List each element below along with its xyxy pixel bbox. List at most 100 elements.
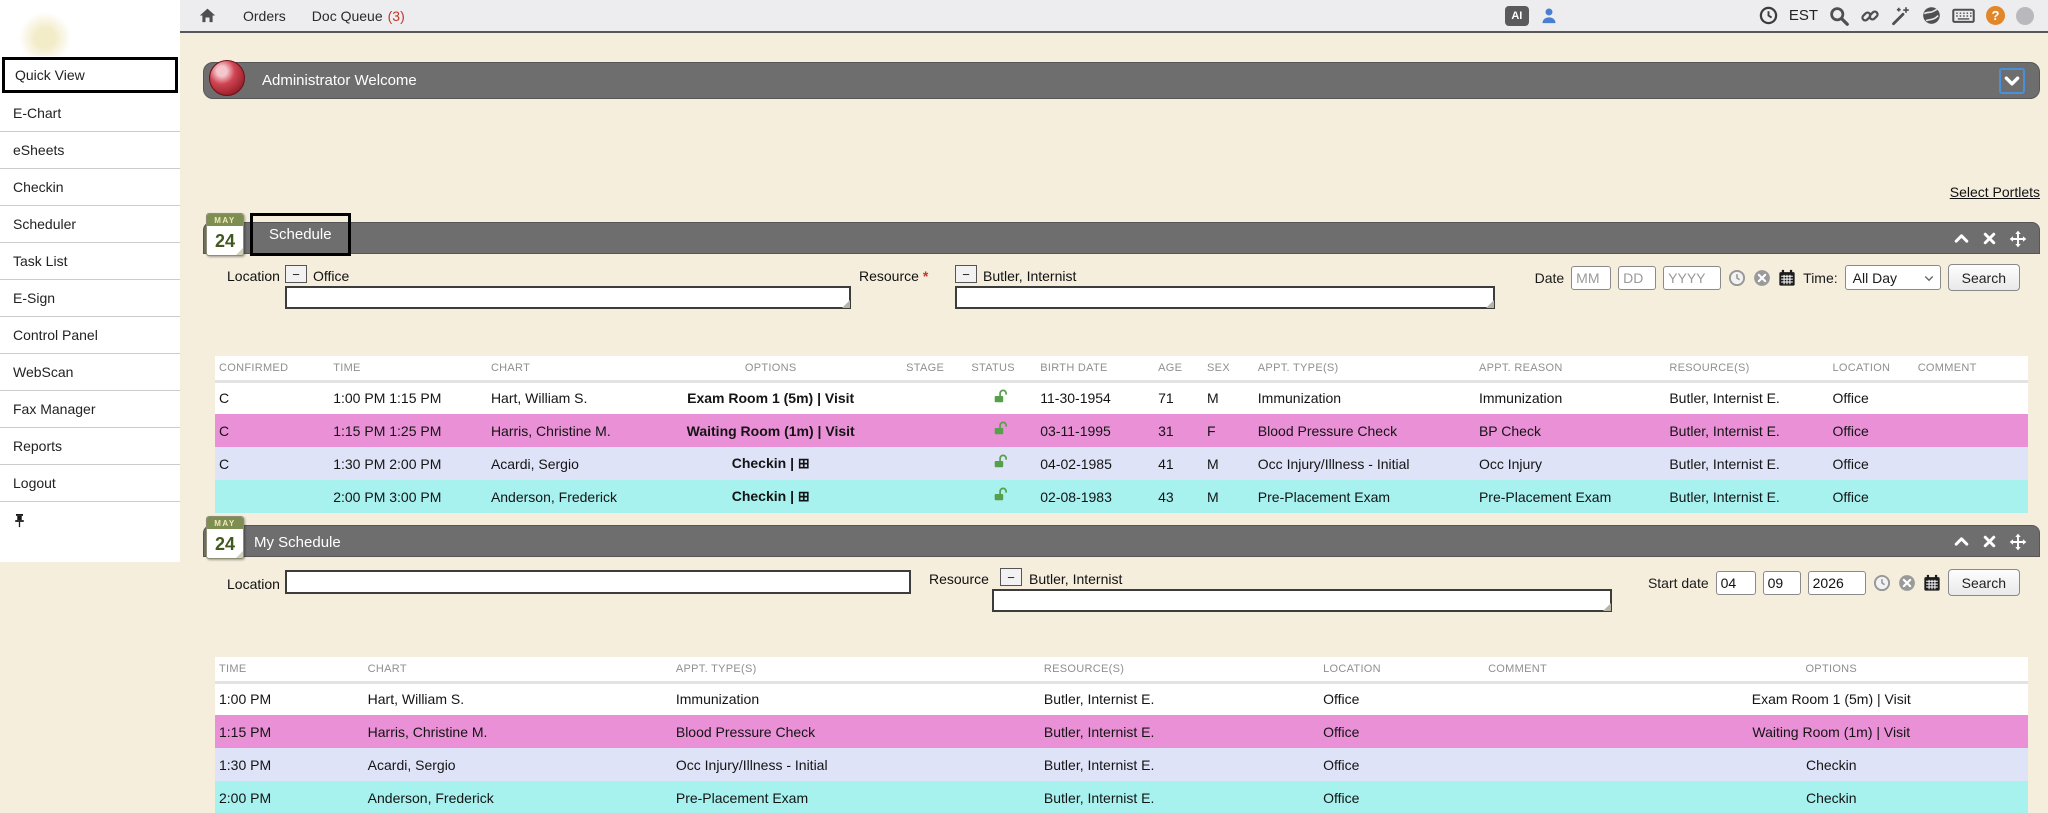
sidebar-item-control-panel[interactable]: Control Panel: [0, 317, 180, 354]
cell-options-links[interactable]: Exam Room 1 (5m) | Visit: [1635, 682, 2028, 715]
cell-status: [967, 480, 1036, 513]
date-month-input[interactable]: [1571, 266, 1611, 290]
close-portlet-icon[interactable]: [1981, 533, 1998, 551]
date-day-input[interactable]: [1618, 266, 1656, 290]
cell-appt-reason: BP Check: [1475, 414, 1665, 447]
my-schedule-table-header: TIME CHART APPT. TYPE(S) RESOURCE(S) LOC…: [215, 657, 2028, 682]
clear-date-icon[interactable]: [1898, 574, 1916, 592]
cell-location: Office: [1828, 480, 1913, 513]
table-row: 2:00 PM 3:00 PM Anderson, Frederick Chec…: [215, 480, 2028, 513]
home-button[interactable]: [198, 7, 217, 24]
sidebar-item-fax-manager[interactable]: Fax Manager: [0, 391, 180, 428]
top-navigation-bar: Orders Doc Queue (3) AI EST: [180, 0, 2048, 33]
sidebar-item-reports[interactable]: Reports: [0, 428, 180, 465]
globe-icon[interactable]: [1922, 6, 1941, 25]
date-year-input[interactable]: [1663, 266, 1721, 290]
start-date-day-input[interactable]: [1763, 571, 1801, 595]
unlocked-icon[interactable]: [993, 457, 1010, 473]
unlocked-icon[interactable]: [993, 392, 1010, 408]
cell-appt-reason: Immunization: [1475, 381, 1665, 414]
col-location: LOCATION: [1319, 657, 1484, 682]
calendar-picker-icon[interactable]: [1778, 269, 1796, 287]
resource-collapse-button[interactable]: −: [955, 265, 977, 283]
cell-time: 2:00 PM: [215, 781, 364, 813]
cell-options-links[interactable]: Checkin: [1635, 748, 2028, 781]
my-location-input[interactable]: [285, 570, 911, 594]
move-portlet-icon[interactable]: [2009, 230, 2027, 248]
move-portlet-icon[interactable]: [2009, 533, 2027, 551]
cell-options-links[interactable]: Checkin: [1635, 781, 2028, 813]
start-date-label: Start date: [1648, 575, 1709, 591]
col-comment: COMMENT: [1484, 657, 1634, 682]
collapse-portlet-icon[interactable]: [1953, 230, 1970, 248]
cell-options-links[interactable]: Waiting Room (1m) | Visit: [1635, 715, 2028, 748]
help-icon[interactable]: ?: [1986, 6, 2005, 25]
resource-label: Resource*: [859, 268, 928, 284]
collapse-portlet-icon[interactable]: [1953, 533, 1970, 551]
pin-icon[interactable]: [13, 513, 26, 528]
user-icon[interactable]: [1540, 7, 1558, 25]
my-schedule-search-button[interactable]: Search: [1948, 569, 2020, 596]
menu-item-doc-queue[interactable]: Doc Queue (3): [312, 8, 405, 24]
link-icon[interactable]: [1860, 6, 1880, 26]
time-picker-icon[interactable]: [1873, 574, 1891, 592]
location-search-input[interactable]: [285, 286, 851, 309]
ai-assistant-button[interactable]: AI: [1505, 6, 1529, 26]
time-select-value: All Day: [1853, 270, 1897, 286]
cell-comment: [1914, 447, 2028, 480]
col-appt-types: APPT. TYPE(S): [1254, 356, 1475, 381]
cell-options-links[interactable]: Checkin | ⊞: [639, 480, 902, 513]
keyboard-icon[interactable]: [1952, 6, 1975, 25]
col-resources: RESOURCE(S): [1665, 356, 1828, 381]
select-portlets-link[interactable]: Select Portlets: [1950, 184, 2040, 200]
clock-icon[interactable]: [1759, 6, 1778, 25]
start-date-month-input[interactable]: [1716, 571, 1756, 595]
sidebar-item-scheduler[interactable]: Scheduler: [0, 206, 180, 243]
close-portlet-icon[interactable]: [1981, 230, 1998, 248]
schedule-portlet-header: MAY 24 Schedule: [203, 222, 2040, 254]
cell-resource: Butler, Internist E.: [1665, 381, 1828, 414]
col-resources: RESOURCE(S): [1040, 657, 1319, 682]
search-icon[interactable]: [1829, 6, 1849, 26]
unlocked-icon[interactable]: [993, 424, 1010, 440]
location-label: Location: [227, 268, 280, 284]
sidebar: Quick View E-Chart eSheets Checkin Sched…: [0, 0, 180, 562]
menu-item-orders[interactable]: Orders: [243, 8, 286, 24]
schedule-table-header: CONFIRMED TIME CHART OPTIONS STAGE STATU…: [215, 356, 2028, 381]
calendar-picker-icon[interactable]: [1923, 574, 1941, 592]
start-date-year-input[interactable]: [1808, 571, 1866, 595]
cell-options-links[interactable]: Checkin | ⊞: [639, 447, 902, 480]
cell-stage: [902, 480, 967, 513]
time-select[interactable]: All Day: [1845, 265, 1941, 290]
schedule-search-button[interactable]: Search: [1948, 264, 2020, 291]
sidebar-item-webscan[interactable]: WebScan: [0, 354, 180, 391]
resource-search-input[interactable]: [955, 286, 1495, 309]
cell-appt-type: Pre-Placement Exam: [1254, 480, 1475, 513]
welcome-collapse-button[interactable]: [1999, 68, 2025, 94]
sidebar-item-task-list[interactable]: Task List: [0, 243, 180, 280]
sidebar-item-logout[interactable]: Logout: [0, 465, 180, 502]
status-circle-icon[interactable]: [2016, 7, 2034, 25]
clear-date-icon[interactable]: [1753, 269, 1771, 287]
cell-resource: Butler, Internist E.: [1040, 748, 1319, 781]
sidebar-item-e-chart[interactable]: E-Chart: [0, 95, 180, 132]
sidebar-item-e-sign[interactable]: E-Sign: [0, 280, 180, 317]
sidebar-item-quick-view[interactable]: Quick View: [2, 57, 178, 93]
location-collapse-button[interactable]: −: [285, 265, 307, 283]
cell-options-links[interactable]: Exam Room 1 (5m) | Visit: [639, 381, 902, 414]
top-menu: Orders Doc Queue (3): [198, 7, 405, 24]
cell-comment: [1914, 414, 2028, 447]
unlocked-icon[interactable]: [993, 490, 1010, 506]
my-resource-search-input[interactable]: [992, 589, 1612, 612]
sidebar-item-esheets[interactable]: eSheets: [0, 132, 180, 169]
magic-wand-icon[interactable]: [1891, 6, 1911, 26]
cell-chart: Hart, William S.: [364, 682, 672, 715]
cell-options-links[interactable]: Waiting Room (1m) | Visit: [639, 414, 902, 447]
top-right-icons: AI EST ?: [1505, 6, 2034, 26]
cell-comment: [1484, 682, 1634, 715]
calendar-month-label: MAY: [207, 214, 243, 226]
resource-collapse-button[interactable]: −: [1000, 568, 1022, 586]
col-chart: CHART: [487, 356, 639, 381]
sidebar-item-checkin[interactable]: Checkin: [0, 169, 180, 206]
time-picker-icon[interactable]: [1728, 269, 1746, 287]
